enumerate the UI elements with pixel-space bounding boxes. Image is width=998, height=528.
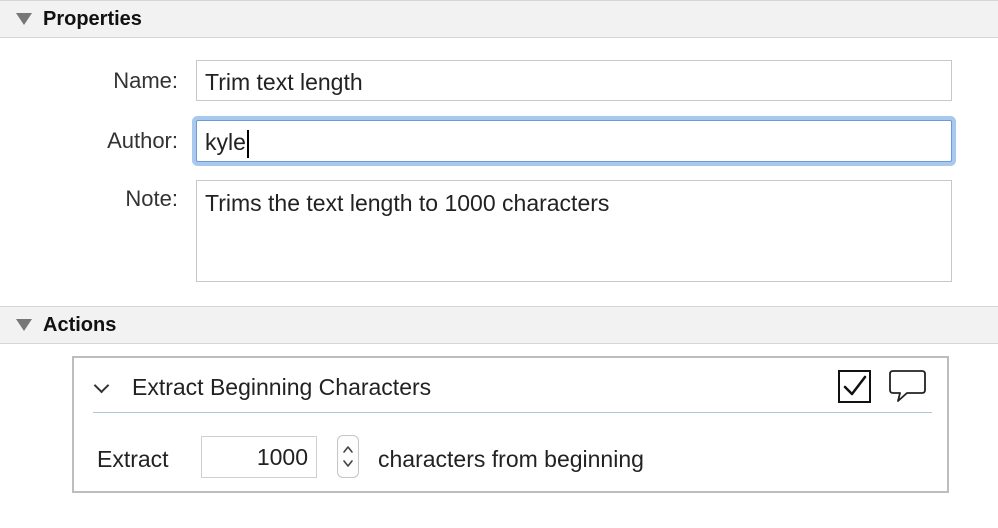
- note-value: Trims the text length to 1000 characters: [205, 190, 610, 216]
- chevron-down-icon[interactable]: [93, 377, 110, 394]
- checkmark-icon: [843, 375, 867, 396]
- disclosure-triangle-icon[interactable]: [16, 13, 32, 25]
- character-count-stepper[interactable]: [337, 435, 359, 478]
- action-item: Extract Beginning Characters Extract 100…: [72, 356, 949, 493]
- character-count-field[interactable]: 1000: [201, 436, 317, 478]
- action-title-row: Extract Beginning Characters: [74, 358, 947, 414]
- characters-from-beginning-label: characters from beginning: [378, 446, 644, 472]
- text-cursor: [246, 129, 249, 158]
- properties-section-title: Properties: [43, 7, 142, 30]
- name-value: Trim text length: [205, 69, 363, 95]
- disclosure-triangle-icon[interactable]: [16, 319, 32, 331]
- action-divider: [93, 412, 932, 413]
- author-label: Author:: [107, 128, 178, 153]
- author-field[interactable]: kyle: [196, 120, 952, 162]
- note-field[interactable]: Trims the text length to 1000 characters: [196, 180, 952, 282]
- speech-bubble-icon[interactable]: [888, 368, 928, 411]
- name-label: Name:: [113, 68, 178, 93]
- extract-label: Extract: [97, 446, 169, 472]
- actions-section-header[interactable]: Actions: [0, 306, 998, 344]
- note-label: Note:: [125, 186, 178, 211]
- stepper-arrows-icon: [343, 446, 353, 467]
- name-field[interactable]: Trim text length: [196, 60, 952, 101]
- properties-section-header[interactable]: Properties: [0, 0, 998, 38]
- author-value: kyle: [205, 129, 246, 155]
- action-title: Extract Beginning Characters: [132, 374, 432, 400]
- actions-section-title: Actions: [43, 313, 117, 336]
- action-enabled-checkbox[interactable]: [838, 370, 871, 403]
